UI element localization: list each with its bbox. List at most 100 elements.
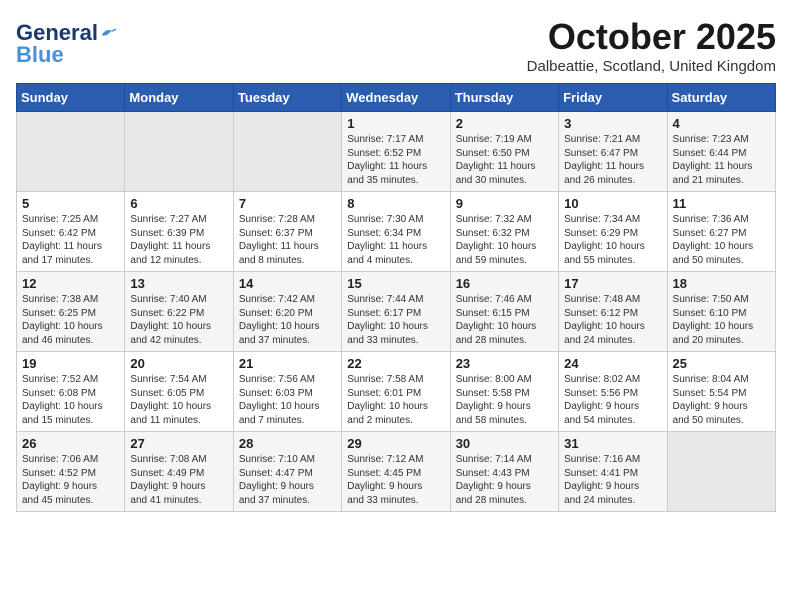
- calendar-cell: [125, 112, 233, 192]
- day-number: 3: [564, 116, 661, 131]
- logo-bird-icon: [100, 26, 118, 40]
- calendar-cell: [667, 432, 775, 512]
- location-subtitle: Dalbeattie, Scotland, United Kingdom: [527, 58, 776, 75]
- day-number: 29: [347, 436, 444, 451]
- cell-daylight-info: Sunrise: 7:10 AMSunset: 4:47 PMDaylight:…: [239, 453, 336, 507]
- calendar-cell: 26Sunrise: 7:06 AMSunset: 4:52 PMDayligh…: [17, 432, 125, 512]
- day-number: 9: [456, 196, 553, 211]
- page-header: General Blue October 2025 Dalbeattie, Sc…: [16, 16, 776, 75]
- cell-daylight-info: Sunrise: 7:54 AMSunset: 6:05 PMDaylight:…: [130, 373, 227, 427]
- day-number: 14: [239, 276, 336, 291]
- day-number: 25: [673, 356, 770, 371]
- day-number: 27: [130, 436, 227, 451]
- day-header-sunday: Sunday: [17, 84, 125, 112]
- calendar-cell: 1Sunrise: 7:17 AMSunset: 6:52 PMDaylight…: [342, 112, 450, 192]
- day-header-thursday: Thursday: [450, 84, 558, 112]
- cell-daylight-info: Sunrise: 7:21 AMSunset: 6:47 PMDaylight:…: [564, 133, 661, 187]
- day-header-friday: Friday: [559, 84, 667, 112]
- day-number: 19: [22, 356, 119, 371]
- day-number: 6: [130, 196, 227, 211]
- calendar-week-row: 5Sunrise: 7:25 AMSunset: 6:42 PMDaylight…: [17, 192, 776, 272]
- calendar-cell: 5Sunrise: 7:25 AMSunset: 6:42 PMDaylight…: [17, 192, 125, 272]
- cell-daylight-info: Sunrise: 7:36 AMSunset: 6:27 PMDaylight:…: [673, 213, 770, 267]
- day-header-tuesday: Tuesday: [233, 84, 341, 112]
- month-year-title: October 2025: [527, 16, 776, 58]
- cell-daylight-info: Sunrise: 7:38 AMSunset: 6:25 PMDaylight:…: [22, 293, 119, 347]
- cell-daylight-info: Sunrise: 7:19 AMSunset: 6:50 PMDaylight:…: [456, 133, 553, 187]
- title-block: October 2025 Dalbeattie, Scotland, Unite…: [527, 16, 776, 75]
- calendar-cell: 12 Sunrise: 7:38 AMSunset: 6:25 PMDayligh…: [17, 272, 125, 352]
- calendar-cell: 11 Sunrise: 7:36 AMSunset: 6:27 PMDayligh…: [667, 192, 775, 272]
- calendar-week-row: 12 Sunrise: 7:38 AMSunset: 6:25 PMDayligh…: [17, 272, 776, 352]
- cell-daylight-info: Sunrise: 7:40 AMSunset: 6:22 PMDaylight:…: [130, 293, 227, 347]
- calendar-cell: 25 Sunrise: 8:04 AMSunset: 5:54 PMDayligh…: [667, 352, 775, 432]
- day-number: 2: [456, 116, 553, 131]
- day-number: 21: [239, 356, 336, 371]
- calendar-week-row: 26Sunrise: 7:06 AMSunset: 4:52 PMDayligh…: [17, 432, 776, 512]
- day-number: 8: [347, 196, 444, 211]
- calendar-cell: 19 Sunrise: 7:52 AMSunset: 6:08 PMDayligh…: [17, 352, 125, 432]
- cell-daylight-info: Sunrise: 7:27 AMSunset: 6:39 PMDaylight:…: [130, 213, 227, 267]
- day-number: 26: [22, 436, 119, 451]
- cell-daylight-info: Sunrise: 7:32 AMSunset: 6:32 PMDaylight:…: [456, 213, 553, 267]
- calendar-cell: 31 Sunrise: 7:16 AMSunset: 4:41 PMDayligh…: [559, 432, 667, 512]
- day-number: 4: [673, 116, 770, 131]
- calendar-cell: 7 Sunrise: 7:28 AMSunset: 6:37 PMDaylight…: [233, 192, 341, 272]
- cell-daylight-info: Sunrise: 7:58 AMSunset: 6:01 PMDaylight:…: [347, 373, 444, 427]
- cell-daylight-info: Sunrise: 7:28 AMSunset: 6:37 PMDaylight:…: [239, 213, 336, 267]
- day-number: 15: [347, 276, 444, 291]
- calendar-cell: 9 Sunrise: 7:32 AMSunset: 6:32 PMDaylight…: [450, 192, 558, 272]
- calendar-cell: 6 Sunrise: 7:27 AMSunset: 6:39 PMDaylight…: [125, 192, 233, 272]
- calendar-cell: 17Sunrise: 7:48 AMSunset: 6:12 PMDayligh…: [559, 272, 667, 352]
- day-header-monday: Monday: [125, 84, 233, 112]
- calendar-cell: 2 Sunrise: 7:19 AMSunset: 6:50 PMDaylight…: [450, 112, 558, 192]
- day-number: 20: [130, 356, 227, 371]
- calendar-cell: 8 Sunrise: 7:30 AMSunset: 6:34 PMDaylight…: [342, 192, 450, 272]
- calendar-header-row: SundayMondayTuesdayWednesdayThursdayFrid…: [17, 84, 776, 112]
- day-number: 22: [347, 356, 444, 371]
- cell-daylight-info: Sunrise: 7:25 AMSunset: 6:42 PMDaylight:…: [22, 213, 119, 267]
- day-number: 7: [239, 196, 336, 211]
- cell-daylight-info: Sunrise: 7:23 AMSunset: 6:44 PMDaylight:…: [673, 133, 770, 187]
- calendar-week-row: 1Sunrise: 7:17 AMSunset: 6:52 PMDaylight…: [17, 112, 776, 192]
- cell-daylight-info: Sunrise: 7:46 AMSunset: 6:15 PMDaylight:…: [456, 293, 553, 347]
- calendar-cell: [17, 112, 125, 192]
- calendar-cell: 22 Sunrise: 7:58 AMSunset: 6:01 PMDayligh…: [342, 352, 450, 432]
- cell-daylight-info: Sunrise: 7:14 AMSunset: 4:43 PMDaylight:…: [456, 453, 553, 507]
- calendar-cell: 4 Sunrise: 7:23 AMSunset: 6:44 PMDaylight…: [667, 112, 775, 192]
- cell-daylight-info: Sunrise: 7:16 AMSunset: 4:41 PMDaylight:…: [564, 453, 661, 507]
- day-number: 31: [564, 436, 661, 451]
- calendar-cell: 20 Sunrise: 7:54 AMSunset: 6:05 PMDayligh…: [125, 352, 233, 432]
- day-number: 18: [673, 276, 770, 291]
- day-number: 10: [564, 196, 661, 211]
- day-number: 24: [564, 356, 661, 371]
- cell-daylight-info: Sunrise: 7:17 AMSunset: 6:52 PMDaylight:…: [347, 133, 444, 187]
- cell-daylight-info: Sunrise: 7:52 AMSunset: 6:08 PMDaylight:…: [22, 373, 119, 427]
- calendar-cell: 27Sunrise: 7:08 AMSunset: 4:49 PMDayligh…: [125, 432, 233, 512]
- cell-daylight-info: Sunrise: 7:12 AMSunset: 4:45 PMDaylight:…: [347, 453, 444, 507]
- calendar-week-row: 19 Sunrise: 7:52 AMSunset: 6:08 PMDayligh…: [17, 352, 776, 432]
- day-header-wednesday: Wednesday: [342, 84, 450, 112]
- cell-daylight-info: Sunrise: 7:42 AMSunset: 6:20 PMDaylight:…: [239, 293, 336, 347]
- calendar-cell: 10 Sunrise: 7:34 AMSunset: 6:29 PMDayligh…: [559, 192, 667, 272]
- calendar-table: SundayMondayTuesdayWednesdayThursdayFrid…: [16, 83, 776, 512]
- day-number: 11: [673, 196, 770, 211]
- cell-daylight-info: Sunrise: 7:50 AMSunset: 6:10 PMDaylight:…: [673, 293, 770, 347]
- calendar-cell: 13 Sunrise: 7:40 AMSunset: 6:22 PMDayligh…: [125, 272, 233, 352]
- cell-daylight-info: Sunrise: 7:30 AMSunset: 6:34 PMDaylight:…: [347, 213, 444, 267]
- cell-daylight-info: Sunrise: 8:04 AMSunset: 5:54 PMDaylight:…: [673, 373, 770, 427]
- calendar-cell: 21Sunrise: 7:56 AMSunset: 6:03 PMDayligh…: [233, 352, 341, 432]
- calendar-cell: 18 Sunrise: 7:50 AMSunset: 6:10 PMDayligh…: [667, 272, 775, 352]
- calendar-cell: 23Sunrise: 8:00 AMSunset: 5:58 PMDayligh…: [450, 352, 558, 432]
- day-number: 13: [130, 276, 227, 291]
- calendar-cell: 3 Sunrise: 7:21 AMSunset: 6:47 PMDaylight…: [559, 112, 667, 192]
- cell-daylight-info: Sunrise: 8:02 AMSunset: 5:56 PMDaylight:…: [564, 373, 661, 427]
- cell-daylight-info: Sunrise: 7:48 AMSunset: 6:12 PMDaylight:…: [564, 293, 661, 347]
- day-number: 23: [456, 356, 553, 371]
- calendar-cell: 16 Sunrise: 7:46 AMSunset: 6:15 PMDayligh…: [450, 272, 558, 352]
- calendar-cell: 15Sunrise: 7:44 AMSunset: 6:17 PMDayligh…: [342, 272, 450, 352]
- day-number: 16: [456, 276, 553, 291]
- day-number: 12: [22, 276, 119, 291]
- cell-daylight-info: Sunrise: 7:34 AMSunset: 6:29 PMDaylight:…: [564, 213, 661, 267]
- day-header-saturday: Saturday: [667, 84, 775, 112]
